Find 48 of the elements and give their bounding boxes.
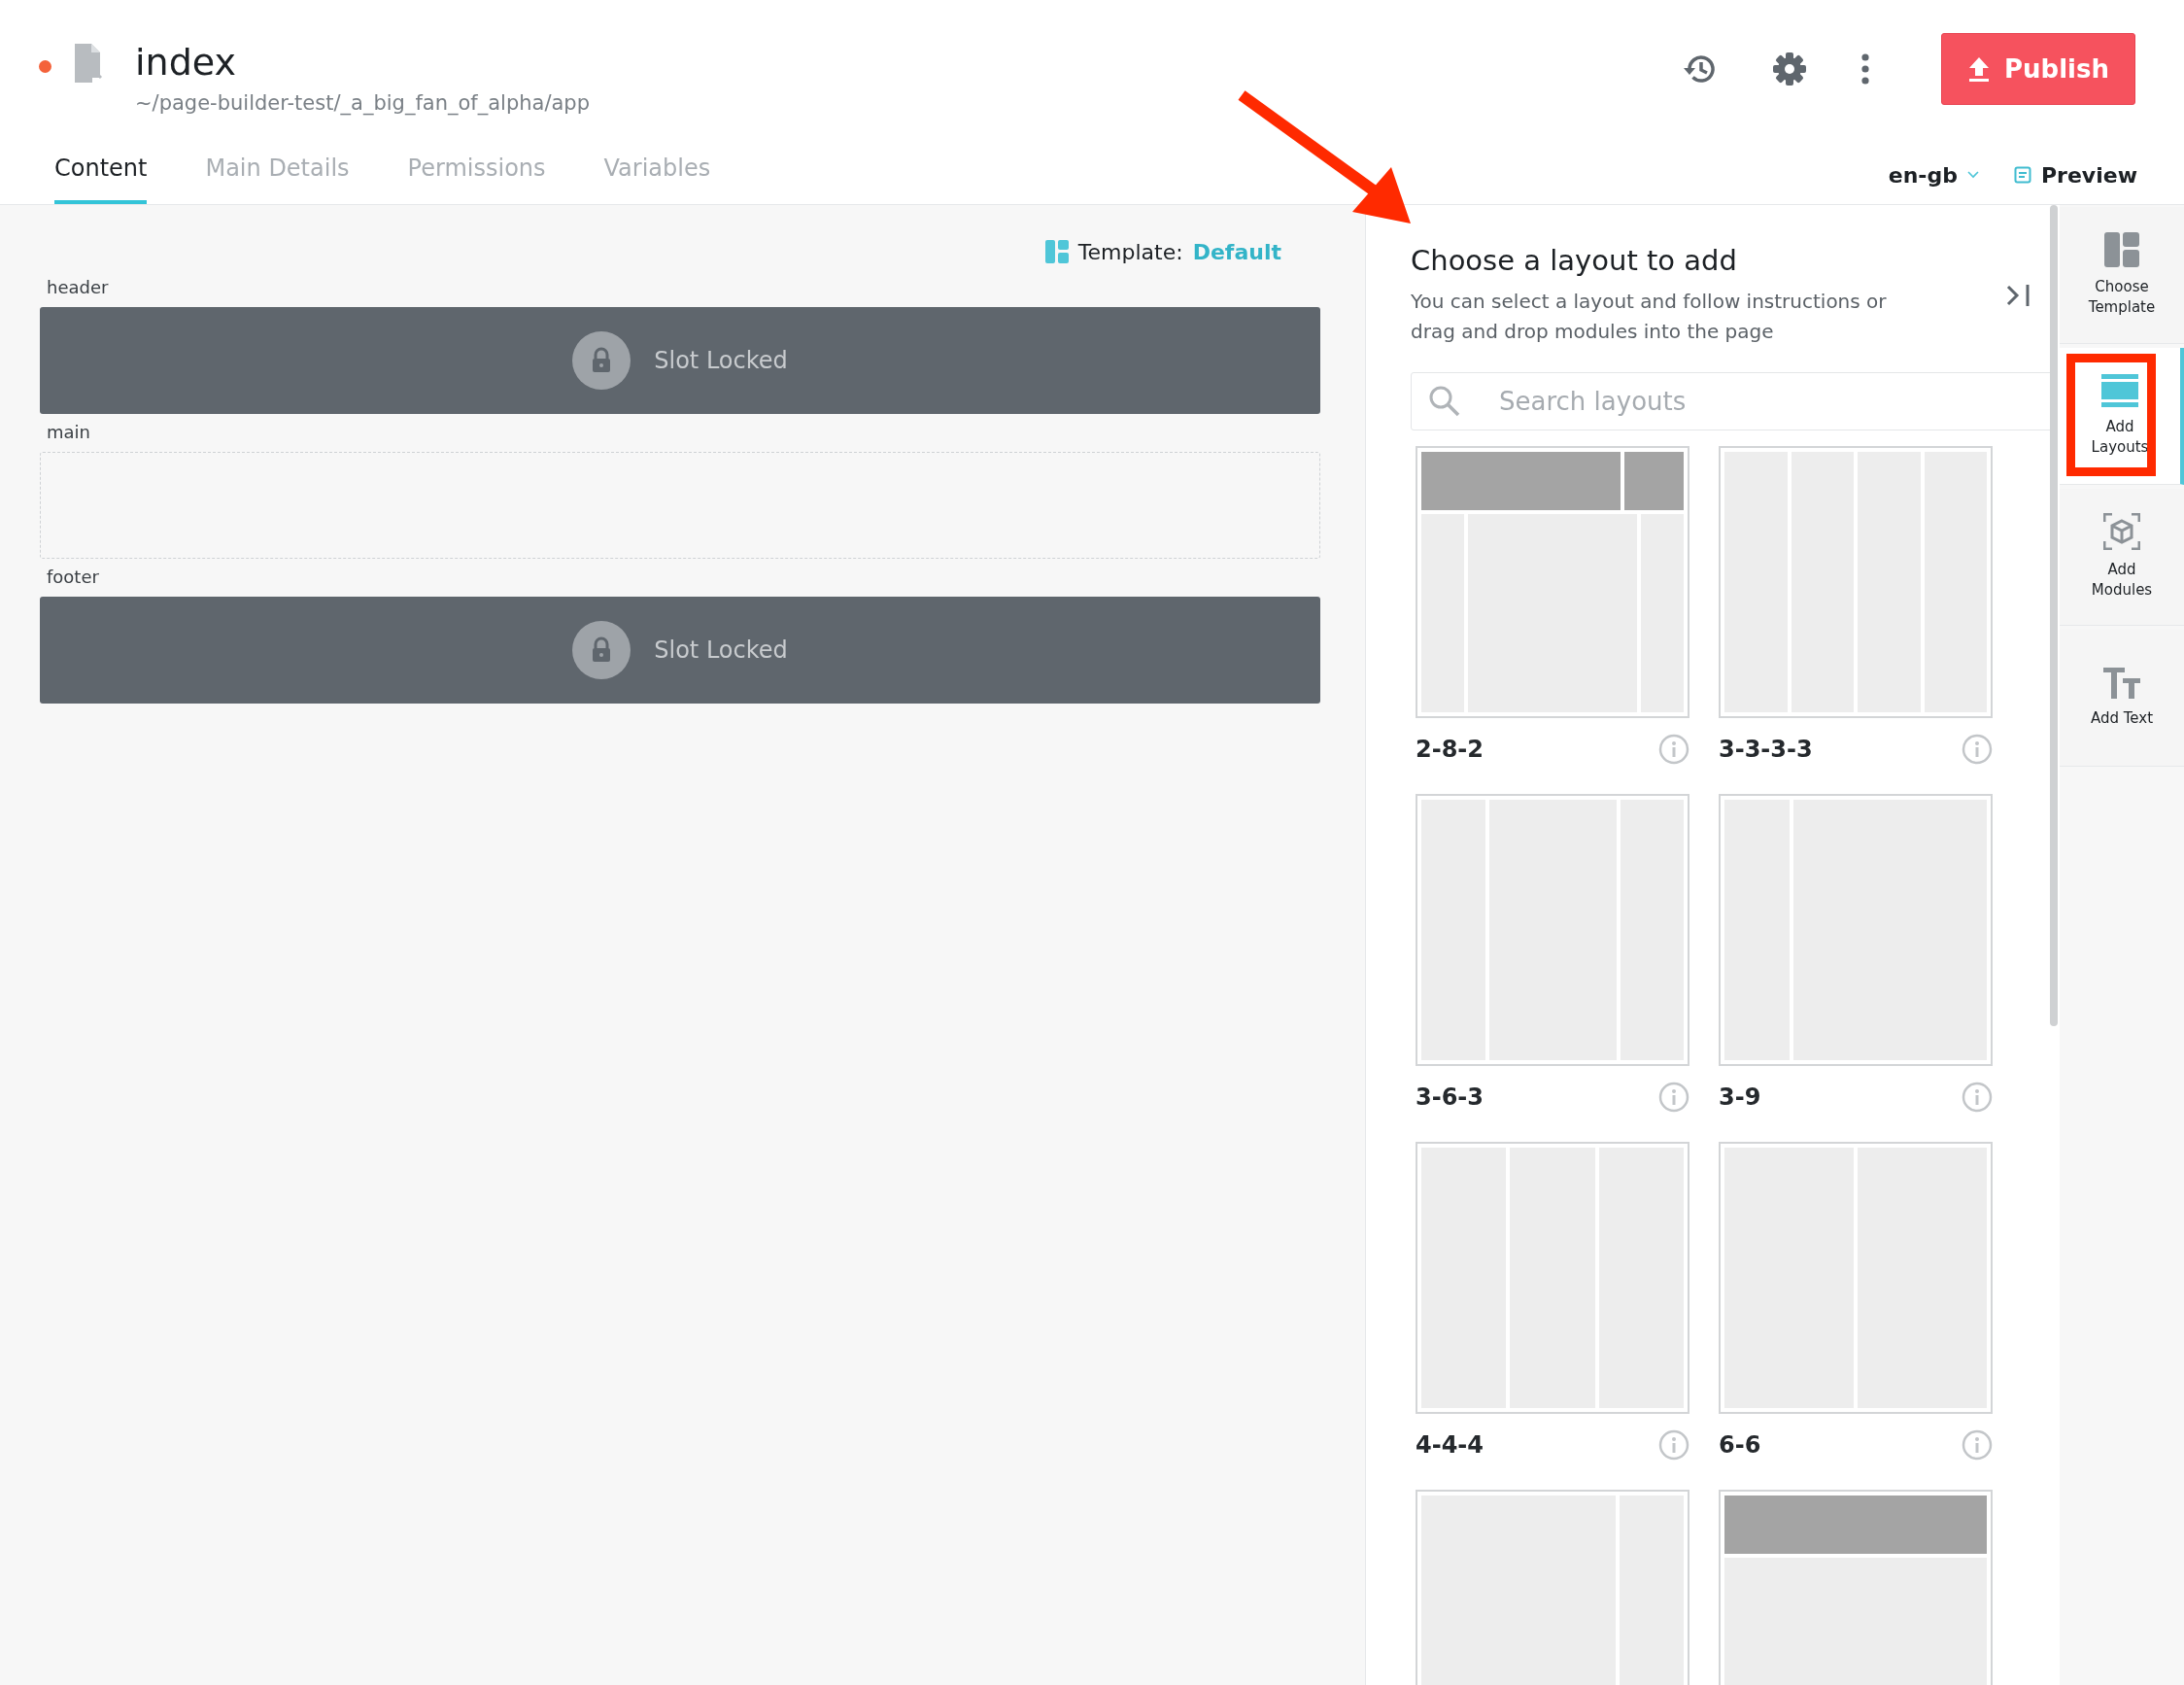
search-icon [1428,385,1461,418]
info-icon[interactable] [1962,1429,1993,1461]
layout-card[interactable] [1719,1490,1993,1685]
file-icon [73,44,102,83]
template-label: Template: [1077,239,1183,264]
layout-name: 3-6-3 [1416,1083,1484,1111]
layout-card[interactable] [1719,1142,1993,1414]
cube-icon [2103,513,2140,550]
slot-locked-text: Slot Locked [654,636,788,664]
layouts-icon [2101,374,2138,407]
info-icon[interactable] [1658,1429,1689,1461]
template-icon [2104,232,2139,267]
page-title: index [135,41,237,84]
locale-dropdown[interactable]: en-gb [1888,162,1979,188]
layout-name: 4-4-4 [1416,1431,1484,1459]
slot-label: main [47,422,91,442]
slot-label: header [47,277,110,297]
layout-card[interactable] [1416,794,1689,1066]
layout-card[interactable] [1416,446,1689,718]
info-icon[interactable] [1962,1082,1993,1113]
upload-icon [1967,55,1991,83]
template-icon [1044,240,1069,263]
lock-icon [572,331,631,390]
settings-icon[interactable] [1770,50,1809,88]
page-path: ~/page-builder-test/_a_big_fan_of_alpha/app [135,91,591,115]
layout-name: 3-3-3-3 [1719,736,1813,763]
info-icon[interactable] [1658,1082,1689,1113]
slot-label: footer [47,567,100,587]
layout-card[interactable] [1416,1142,1689,1414]
info-icon[interactable] [1962,734,1993,765]
info-icon[interactable] [1658,734,1689,765]
panel-title: Choose a layout to add [1411,244,1738,277]
layout-name: 2-8-2 [1416,736,1484,763]
text-icon [2103,667,2140,699]
layout-name: 6-6 [1719,1431,1761,1459]
scrollbar-thumb[interactable] [2050,205,2058,1026]
document-icon [2013,166,2031,184]
slot-locked-text: Slot Locked [654,347,788,374]
empty-slot[interactable] [40,452,1320,559]
lock-icon [572,621,631,679]
layout-name: 3-9 [1719,1083,1761,1111]
preview-button[interactable]: Preview [2013,162,2137,188]
collapse-icon[interactable] [2005,283,2032,308]
layout-card[interactable] [1416,1490,1689,1685]
layout-card[interactable] [1719,446,1993,718]
panel-description: You can select a layout and follow instructions or drag and drop modules into the page [1411,289,1888,345]
chevron-down-icon [1966,171,1979,179]
layout-card[interactable] [1719,794,1993,1066]
